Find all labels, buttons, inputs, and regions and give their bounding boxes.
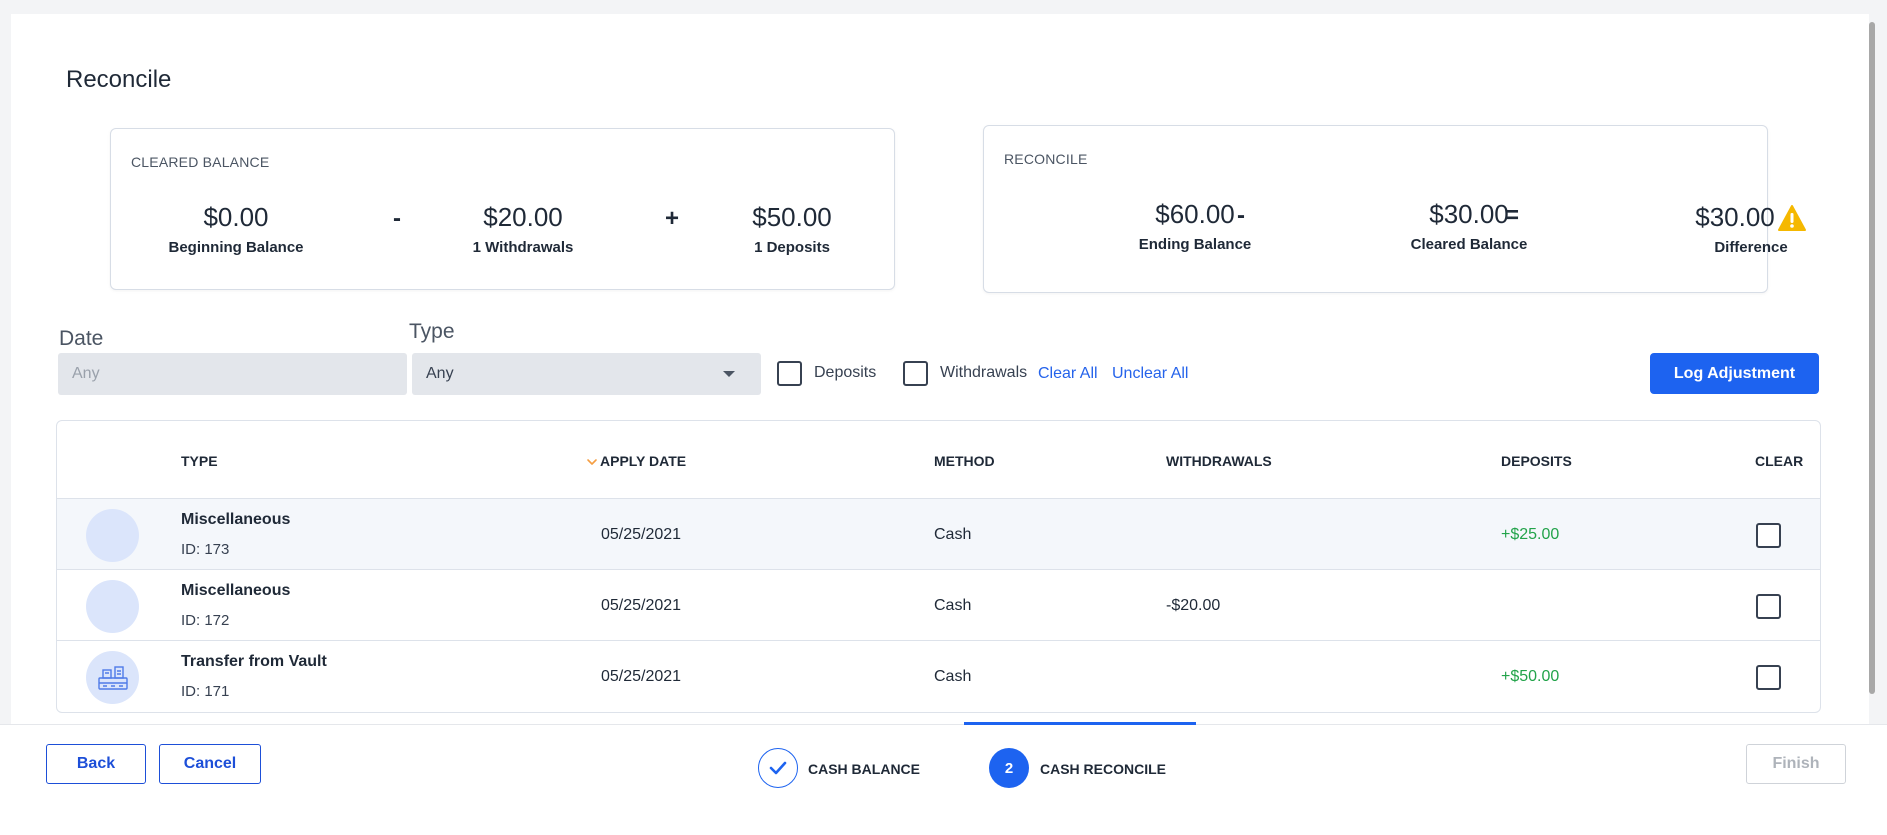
header-method[interactable]: METHOD [934,453,995,469]
minus-operator: - [1237,202,1245,229]
row-apply-date: 05/25/2021 [601,526,682,543]
row-id: ID: 173 [181,541,230,558]
table-row[interactable]: Transfer from Vault ID: 171 05/25/2021 C… [57,641,1820,712]
ending-balance-amount: $60.00 [1155,199,1235,229]
deposits-checkbox[interactable] [777,361,802,386]
row-withdrawal: -$20.00 [1166,597,1221,614]
transactions-table: TYPE APPLY DATE METHOD WITHDRAWALS DEPOS… [56,420,1821,713]
deposits-caption: 1 Deposits [754,239,830,256]
row-clear-checkbox[interactable] [1756,594,1781,619]
beginning-balance-caption: Beginning Balance [168,239,304,256]
date-filter-input[interactable]: Any [58,353,407,395]
reconcile-card: RECONCILE $60.00 Ending Balance - $30.00… [983,125,1806,293]
row-type: Transfer from Vault [181,653,327,670]
header-apply-date-label: APPLY DATE [600,453,687,469]
cleared-balance-caption: Cleared Balance [1410,236,1528,253]
equals-operator: = [1504,202,1519,229]
row-deposit: +$25.00 [1501,526,1560,543]
row-clear-checkbox[interactable] [1756,665,1781,690]
row-apply-date: 05/25/2021 [601,668,682,685]
difference-stat: $30.00 Difference [1651,202,1851,256]
sort-descending-icon [587,459,597,466]
reconcile-label: RECONCILE [1004,151,1088,167]
cleared-balance-label: CLEARED BALANCE [131,154,270,170]
difference-amount: $30.00 [1695,202,1807,233]
checkmark-icon [769,761,787,775]
row-method: Cash [934,526,972,543]
row-method: Cash [934,597,972,614]
chevron-down-icon [723,371,735,377]
deposits-checkbox-label: Deposits [814,364,877,381]
deposits-stat: $50.00 1 Deposits [692,202,892,256]
table-row[interactable]: Miscellaneous ID: 172 05/25/2021 Cash -$… [57,570,1820,641]
header-apply-date[interactable]: APPLY DATE [586,453,686,469]
cancel-button[interactable]: Cancel [159,744,261,784]
row-id: ID: 172 [181,612,230,629]
vault-icon [97,665,128,690]
withdrawals-amount: $20.00 [483,202,563,232]
step-2-indicator[interactable]: 2 [989,748,1029,788]
step-1-label: CASH BALANCE [808,761,920,777]
row-apply-date: 05/25/2021 [601,597,682,614]
row-type: Miscellaneous [181,582,291,599]
avatar [86,651,139,704]
log-adjustment-button[interactable]: Log Adjustment [1650,353,1819,394]
beginning-balance-stat: $0.00 Beginning Balance [136,202,336,256]
row-clear-checkbox[interactable] [1756,523,1781,548]
cleared-balance-stat: $30.00 Cleared Balance [1369,199,1569,253]
finish-button[interactable]: Finish [1746,744,1846,784]
step-1-indicator[interactable] [758,748,798,788]
type-filter-label: Type [409,320,455,343]
avatar [86,509,139,562]
row-type: Miscellaneous [181,511,291,528]
header-clear[interactable]: CLEAR [1755,453,1803,469]
avatar [86,580,139,633]
cleared-balance-amount: $30.00 [1429,199,1509,229]
type-filter-value: Any [426,365,454,382]
unclear-all-link[interactable]: Unclear All [1112,365,1188,383]
difference-caption: Difference [1714,239,1788,256]
clear-all-link[interactable]: Clear All [1038,365,1098,383]
withdrawals-checkbox[interactable] [903,361,928,386]
difference-value: $30.00 [1695,202,1775,232]
page-title: Reconcile [66,66,172,93]
minus-operator: - [393,205,401,232]
plus-operator: + [664,205,679,232]
row-id: ID: 171 [181,683,230,700]
header-deposits[interactable]: DEPOSITS [1501,453,1572,469]
page-scrollbar[interactable] [1869,22,1875,694]
row-deposit: +$50.00 [1501,668,1560,685]
ending-balance-stat: $60.00 Ending Balance [1095,199,1295,253]
ending-balance-caption: Ending Balance [1138,236,1252,253]
type-filter-select[interactable]: Any [412,353,761,395]
step-2-label: CASH RECONCILE [1040,761,1167,777]
active-step-indicator [964,722,1196,725]
withdrawals-stat: $20.00 1 Withdrawals [423,202,623,256]
table-row[interactable]: Miscellaneous ID: 173 05/25/2021 Cash +$… [57,499,1820,570]
withdrawals-checkbox-label: Withdrawals [940,364,1028,381]
date-filter-label: Date [59,327,104,350]
wizard-footer: Back Cancel CASH BALANCE 2 CASH RECONCIL… [0,722,1887,835]
back-button[interactable]: Back [46,744,146,784]
table-header: TYPE APPLY DATE METHOD WITHDRAWALS DEPOS… [57,421,1820,499]
cleared-balance-card: CLEARED BALANCE $0.00 Beginning Balance … [110,128,895,290]
row-method: Cash [934,668,972,685]
deposits-amount: $50.00 [752,202,832,232]
withdrawals-caption: 1 Withdrawals [472,239,574,256]
header-type[interactable]: TYPE [181,453,218,469]
beginning-balance-amount: $0.00 [203,202,269,232]
warning-icon [1777,204,1806,231]
header-withdrawals[interactable]: WITHDRAWALS [1166,453,1272,469]
